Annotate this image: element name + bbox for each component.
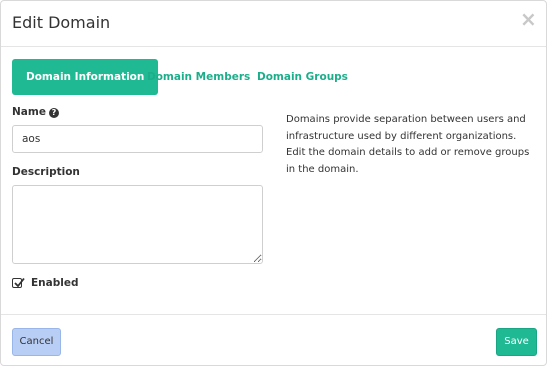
enabled-checkbox[interactable] (12, 277, 25, 288)
modal-header: Edit Domain × (1, 1, 546, 47)
check-icon (14, 277, 25, 288)
tab-domain-members[interactable]: Domain Members (147, 59, 250, 95)
save-button[interactable]: Save (496, 328, 537, 356)
modal-footer-divider (1, 314, 546, 315)
modal-title: Edit Domain (12, 13, 111, 32)
cancel-button[interactable]: Cancel (12, 328, 61, 356)
question-circle-icon[interactable]: ? (48, 108, 59, 118)
name-input[interactable] (12, 125, 263, 153)
name-label: Name? (12, 106, 59, 118)
tab-domain-information[interactable]: Domain Information (12, 59, 159, 95)
tab-domain-groups[interactable]: Domain Groups (257, 59, 348, 95)
close-icon[interactable]: × (520, 9, 537, 29)
name-label-text: Name (12, 106, 46, 118)
description-textarea[interactable] (12, 185, 263, 264)
domain-help-text: Domains provide separation between users… (286, 114, 530, 175)
edit-domain-modal: Edit Domain × Domain Information Domain … (0, 0, 547, 366)
enabled-label: Enabled (31, 277, 79, 289)
description-label: Description (12, 166, 80, 178)
